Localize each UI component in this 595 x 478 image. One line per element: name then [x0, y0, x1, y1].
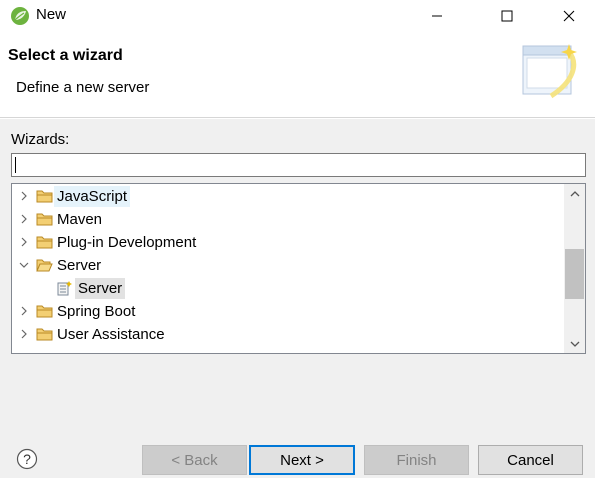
chevron-right-icon[interactable]	[18, 305, 30, 317]
minimize-button[interactable]	[414, 0, 460, 32]
scroll-down-button[interactable]	[564, 334, 585, 353]
chevron-right-icon[interactable]	[18, 190, 30, 202]
folder-open-icon	[36, 259, 53, 272]
folder-icon	[36, 236, 53, 249]
help-icon[interactable]: ?	[16, 448, 38, 470]
tree-item-user-assistance[interactable]: User Assistance	[12, 323, 564, 346]
chevron-down-icon[interactable]	[18, 259, 30, 271]
wizards-label: Wizards:	[11, 131, 70, 148]
back-button[interactable]: < Back	[142, 445, 247, 475]
chevron-right-icon[interactable]	[18, 328, 30, 340]
folder-icon	[36, 328, 53, 341]
tree-item-plugin-development[interactable]: Plug-in Development	[12, 231, 564, 254]
folder-icon	[36, 305, 53, 318]
chevron-right-icon[interactable]	[18, 213, 30, 225]
chevron-right-icon[interactable]	[18, 236, 30, 248]
tree-item-label: User Assistance	[57, 326, 165, 343]
chevron-up-icon	[570, 190, 579, 196]
scroll-up-button[interactable]	[564, 184, 585, 203]
maximize-icon	[501, 10, 513, 22]
banner-description: Define a new server	[16, 79, 150, 96]
tree-item-server-category[interactable]: Server	[12, 254, 564, 277]
tree-item-label: Maven	[57, 211, 103, 228]
text-caret	[15, 157, 16, 173]
wizard-tree[interactable]: JavaScript Maven Plug-in Development Ser…	[11, 183, 586, 354]
cancel-button[interactable]: Cancel	[478, 445, 583, 475]
tree-item-label: Spring Boot	[57, 303, 136, 320]
maximize-button[interactable]	[484, 0, 530, 32]
folder-icon	[36, 213, 53, 226]
spring-leaf-icon	[11, 7, 29, 25]
next-button[interactable]: Next >	[249, 445, 355, 475]
minimize-icon	[432, 15, 442, 17]
wizard-filter-input[interactable]	[11, 153, 586, 177]
server-wizard-icon	[57, 281, 72, 296]
banner-title: Select a wizard	[8, 47, 123, 64]
close-icon	[563, 10, 575, 22]
scroll-thumb[interactable]	[565, 249, 584, 299]
folder-icon	[36, 190, 53, 203]
tree-item-label: Server	[57, 257, 102, 274]
svg-text:?: ?	[23, 451, 31, 467]
title-bar: New	[0, 0, 595, 32]
tree-item-label: JavaScript	[54, 186, 131, 207]
close-button[interactable]	[546, 0, 592, 32]
tree-vertical-scrollbar[interactable]	[564, 184, 585, 353]
new-wizard-graphic-icon	[522, 44, 577, 99]
tree-item-maven[interactable]: Maven	[12, 208, 564, 231]
wizard-banner: Select a wizard Define a new server	[0, 32, 595, 118]
finish-button[interactable]: Finish	[364, 445, 469, 475]
tree-item-label: Server	[75, 278, 126, 299]
tree-item-label: Plug-in Development	[57, 234, 197, 251]
window-title: New	[36, 6, 67, 23]
tree-item-server-wizard[interactable]: Server	[12, 277, 564, 300]
chevron-down-icon	[570, 341, 579, 347]
tree-item-spring-boot[interactable]: Spring Boot	[12, 300, 564, 323]
wizard-body: Wizards: JavaScript Maven Plug-in Develo…	[0, 119, 595, 478]
tree-item-javascript[interactable]: JavaScript	[12, 185, 564, 208]
